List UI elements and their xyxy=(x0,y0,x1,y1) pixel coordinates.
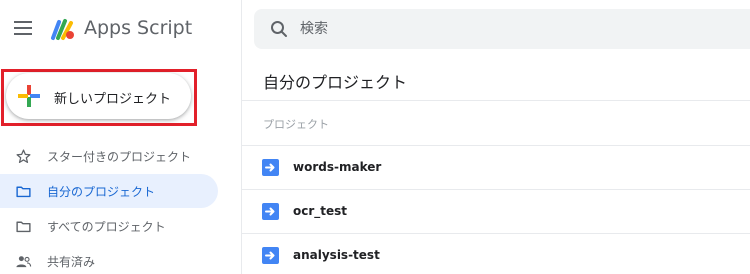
search-icon[interactable] xyxy=(270,20,288,38)
apps-script-file-icon xyxy=(262,159,279,176)
sidebar-item-my-projects[interactable]: 自分のプロジェクト xyxy=(0,174,218,208)
folder-icon xyxy=(16,221,31,233)
search-input[interactable] xyxy=(300,9,730,49)
main-menu-icon[interactable] xyxy=(14,21,32,35)
star-outline-icon xyxy=(16,149,31,164)
new-project-label: 新しいプロジェクト xyxy=(54,92,172,107)
search-bar[interactable] xyxy=(254,9,750,49)
apps-script-logo-icon[interactable] xyxy=(50,16,76,42)
sidebar-item-shared[interactable]: 共有済み xyxy=(0,244,218,274)
top-bar: Apps Script xyxy=(0,0,750,58)
people-icon xyxy=(16,256,32,268)
table-row[interactable]: ocr_test xyxy=(242,189,750,233)
project-name[interactable]: ocr_test xyxy=(293,204,347,218)
project-name[interactable]: words-maker xyxy=(293,160,381,174)
sidebar-item-starred[interactable]: スター付きのプロジェクト xyxy=(0,139,218,173)
apps-script-file-icon xyxy=(262,247,279,264)
new-project-button[interactable]: 新しいプロジェクト xyxy=(6,73,191,119)
sidebar-item-label: 共有済み xyxy=(47,255,96,269)
column-header-project[interactable]: プロジェクト xyxy=(263,116,329,132)
table-row[interactable]: analysis-test xyxy=(242,233,750,274)
sidebar-item-label: 自分のプロジェクト xyxy=(47,185,156,199)
page-title: 自分のプロジェクト xyxy=(263,73,408,92)
project-name[interactable]: analysis-test xyxy=(293,248,380,262)
folder-icon xyxy=(16,186,31,198)
plus-icon xyxy=(18,85,40,107)
app-title: Apps Script xyxy=(84,17,193,39)
sidebar-item-label: すべてのプロジェクト xyxy=(47,220,166,234)
table-row[interactable]: words-maker xyxy=(242,145,750,189)
sidebar-item-all-projects[interactable]: すべてのプロジェクト xyxy=(0,209,218,243)
sidebar-item-label: スター付きのプロジェクト xyxy=(47,150,192,164)
apps-script-file-icon xyxy=(262,203,279,220)
section-divider xyxy=(242,100,750,101)
